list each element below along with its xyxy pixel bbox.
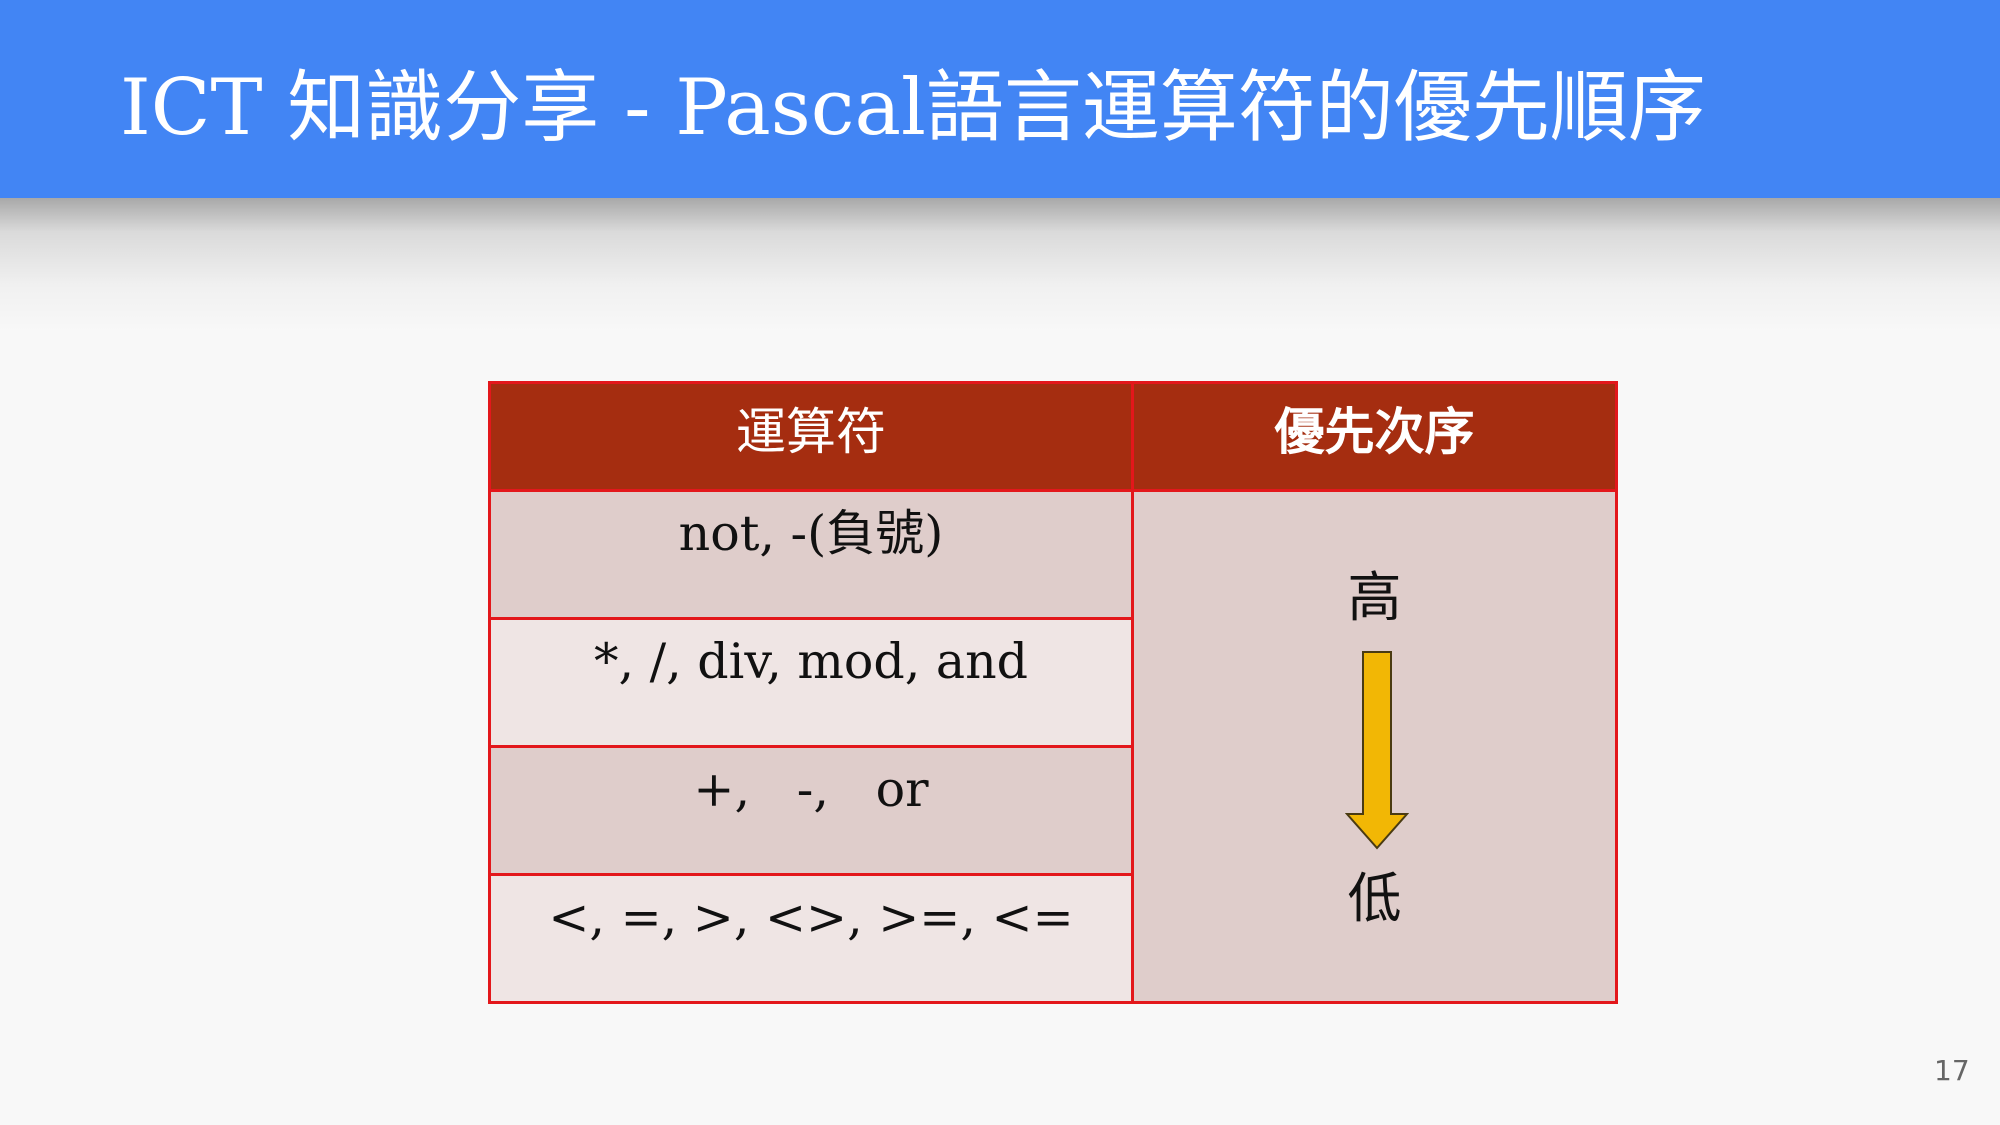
priority-low-label: 低	[1347, 867, 1402, 931]
operator-cell: <, =, >, <>, >=, <=	[488, 873, 1134, 1004]
arrow-down-icon	[1345, 651, 1409, 850]
table-header-row: 運算符 優先次序	[488, 380, 1618, 493]
operator-precedence-table: 運算符 優先次序 not, -(負號) 高 低 *, /, div, mod, …	[488, 380, 1618, 1004]
header-operators: 運算符	[488, 380, 1134, 493]
header-priority: 優先次序	[1131, 380, 1618, 493]
priority-cell: 高 低	[1131, 489, 1618, 1004]
priority-high-label: 高	[1347, 566, 1402, 630]
operator-cell: *, /, div, mod, and	[488, 617, 1134, 749]
table-row: not, -(負號) 高 低	[488, 489, 1618, 1004]
slide-title: ICT 知識分享 - Pascal語言運算符的優先順序	[120, 63, 1706, 153]
page-number: 17	[1934, 1054, 1970, 1087]
operator-cell: +, -, or	[488, 745, 1134, 877]
title-bar-shadow	[0, 198, 2000, 333]
operator-cell: not, -(負號)	[488, 489, 1134, 621]
